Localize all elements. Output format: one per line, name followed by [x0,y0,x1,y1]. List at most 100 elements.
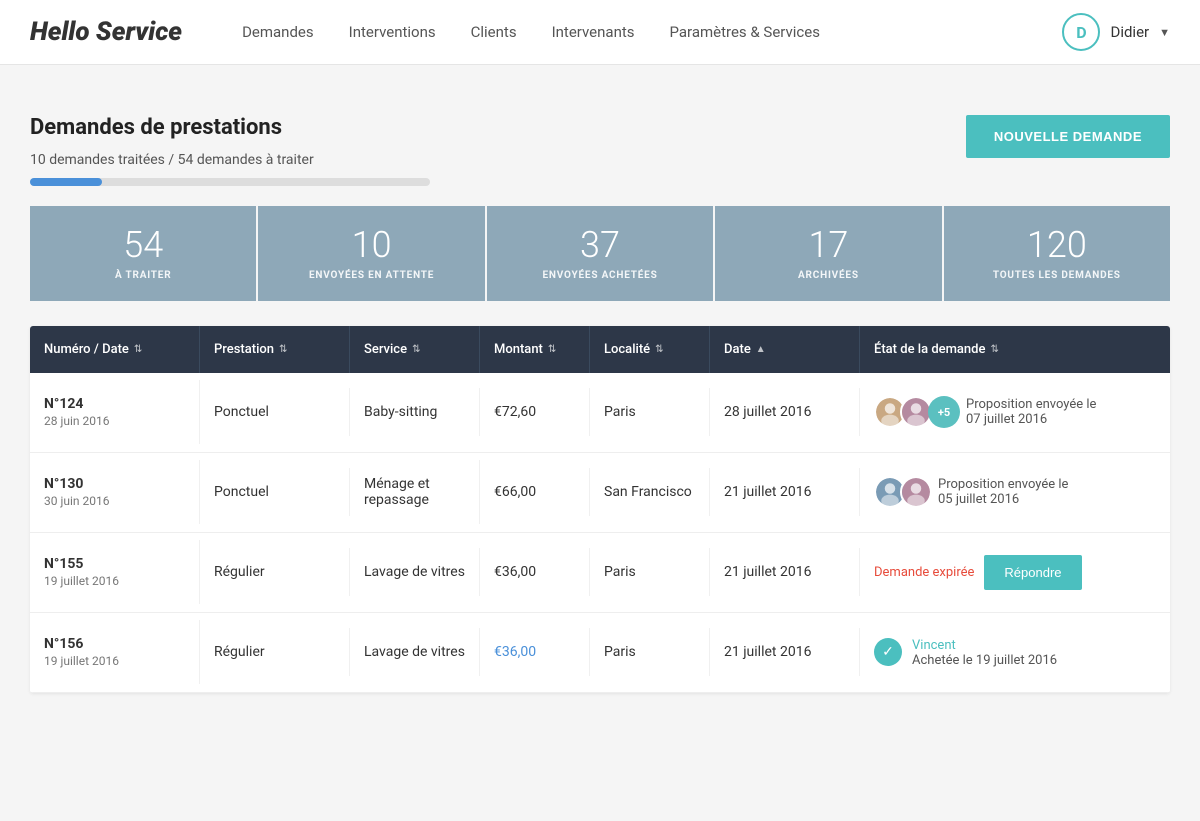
td-numero-130: N°130 30 juin 2016 [30,460,200,524]
prestation-value-156: Régulier [214,644,265,660]
service-value-130: Ménage et repassage [364,476,430,508]
td-localite-156: Paris [590,628,710,676]
date-value-124: 28 juillet 2016 [724,404,811,420]
montant-value-124: €72,60 [494,404,536,420]
stat-number-envoyees-attente: 10 [268,226,474,266]
stat-cards: 54 À TRAITER 10 ENVOYÉES EN ATTENTE 37 E… [30,206,1170,301]
td-prestation-156: Régulier [200,628,350,676]
status-person-156[interactable]: Vincent [912,638,956,653]
sort-icon-montant[interactable]: ⇅ [548,344,556,355]
sort-icon-service[interactable]: ⇅ [412,344,420,355]
th-date-label: Date [724,342,751,357]
td-etat-130: Proposition envoyée le05 juillet 2016 [860,460,1170,524]
sort-icon-date[interactable]: ▲ [756,344,766,355]
td-service-124: Baby-sitting [350,388,480,436]
stat-card-toutes[interactable]: 120 TOUTES LES DEMANDES [944,206,1170,301]
progress-bar-fill [30,178,102,186]
table-row: N°156 19 juillet 2016 Régulier Lavage de… [30,613,1170,693]
brand-hello: Hello [30,17,90,47]
username: Didier [1110,23,1149,41]
td-prestation-130: Ponctuel [200,468,350,516]
stat-label-a-traiter: À TRAITER [40,270,246,281]
user-avatar: D [1062,13,1100,51]
td-localite-124: Paris [590,388,710,436]
stats-subtitle: 10 demandes traitées / 54 demandes à tra… [30,152,926,168]
th-numero-date[interactable]: Numéro / Date ⇅ [30,326,200,373]
navbar: Hello Service Demandes Interventions Cli… [0,0,1200,65]
status-text-130: Proposition envoyée le05 juillet 2016 [938,477,1068,507]
nav-intervenants[interactable]: Intervenants [552,18,635,46]
td-service-155: Lavage de vitres [350,548,480,596]
nav-interventions[interactable]: Interventions [349,18,436,46]
new-demand-button[interactable]: NOUVELLE DEMANDE [966,115,1170,158]
user-chevron-icon[interactable]: ▼ [1159,26,1170,39]
date-value-130: 21 juillet 2016 [724,484,811,500]
sort-icon-etat[interactable]: ⇅ [990,344,998,355]
nav-links: Demandes Interventions Clients Intervena… [242,18,1062,46]
row-date-155: 19 juillet 2016 [44,574,185,588]
stat-card-archivees[interactable]: 17 ARCHIVÉES [715,206,943,301]
main-content: Demandes de prestations 10 demandes trai… [0,65,1200,693]
td-etat-124: +5 Proposition envoyée le07 juillet 2016 [860,380,1170,444]
stat-number-envoyees-achetees: 37 [497,226,703,266]
avatars-124: +5 [874,396,960,428]
avatar-plus-124: +5 [928,396,960,428]
th-numero-date-label: Numéro / Date [44,342,129,357]
row-number-130[interactable]: N°130 [44,476,185,492]
table-row: N°155 19 juillet 2016 Régulier Lavage de… [30,533,1170,613]
td-localite-130: San Francisco [590,468,710,516]
progress-bar-container [30,178,430,186]
td-prestation-155: Régulier [200,548,350,596]
status-bought-text-156: Achetée le 19 juillet 2016 [912,653,1057,668]
sort-icon-prestation[interactable]: ⇅ [279,344,287,355]
montant-link-156[interactable]: €36,00 [494,644,536,660]
th-etat-label: État de la demande [874,342,985,357]
row-date-130: 30 juin 2016 [44,494,185,508]
td-numero-156: N°156 19 juillet 2016 [30,620,200,684]
th-date[interactable]: Date ▲ [710,326,860,373]
stat-card-envoyees-achetees[interactable]: 37 ENVOYÉES ACHETÉES [487,206,715,301]
th-montant[interactable]: Montant ⇅ [480,326,590,373]
stat-card-a-traiter[interactable]: 54 À TRAITER [30,206,258,301]
page-header-left: Demandes de prestations 10 demandes trai… [30,95,926,206]
th-localite[interactable]: Localité ⇅ [590,326,710,373]
reply-button-155[interactable]: Répondre [984,555,1081,590]
montant-value-155: €36,00 [494,564,536,580]
brand: Hello Service [30,17,182,47]
sort-icon-localite[interactable]: ⇅ [655,344,663,355]
nav-clients[interactable]: Clients [471,18,517,46]
row-number-124[interactable]: N°124 [44,396,185,412]
th-montant-label: Montant [494,342,543,357]
stat-card-envoyees-attente[interactable]: 10 ENVOYÉES EN ATTENTE [258,206,486,301]
th-service-label: Service [364,342,407,357]
sort-icon-numero[interactable]: ⇅ [134,344,142,355]
nav-user: D Didier ▼ [1062,13,1170,51]
avatars-130 [874,476,932,508]
row-number-156[interactable]: N°156 [44,636,185,652]
td-prestation-124: Ponctuel [200,388,350,436]
nav-demandes[interactable]: Demandes [242,18,314,46]
td-montant-156: €36,00 [480,628,590,676]
th-service[interactable]: Service ⇅ [350,326,480,373]
status-cell-155: Demande expirée Répondre [874,555,1156,590]
localite-value-156: Paris [604,644,636,660]
row-number-155[interactable]: N°155 [44,556,185,572]
td-etat-155: Demande expirée Répondre [860,539,1170,606]
nav-parametres[interactable]: Paramètres & Services [670,18,820,46]
td-montant-124: €72,60 [480,388,590,436]
table-row: N°124 28 juin 2016 Ponctuel Baby-sitting… [30,373,1170,453]
localite-value-130: San Francisco [604,484,692,500]
td-date-124: 28 juillet 2016 [710,388,860,436]
prestation-value-124: Ponctuel [214,404,269,420]
status-expired-155: Demande expirée [874,565,974,580]
montant-value-130: €66,00 [494,484,536,500]
th-etat[interactable]: État de la demande ⇅ [860,326,1170,373]
th-prestation[interactable]: Prestation ⇅ [200,326,350,373]
localite-value-124: Paris [604,404,636,420]
td-date-155: 21 juillet 2016 [710,548,860,596]
stat-label-archivees: ARCHIVÉES [725,270,931,281]
requests-table: Numéro / Date ⇅ Prestation ⇅ Service ⇅ M… [30,326,1170,693]
status-bought-156: Vincent Achetée le 19 juillet 2016 [912,637,1057,668]
stat-label-envoyees-attente: ENVOYÉES EN ATTENTE [268,270,474,281]
td-numero-124: N°124 28 juin 2016 [30,380,200,444]
